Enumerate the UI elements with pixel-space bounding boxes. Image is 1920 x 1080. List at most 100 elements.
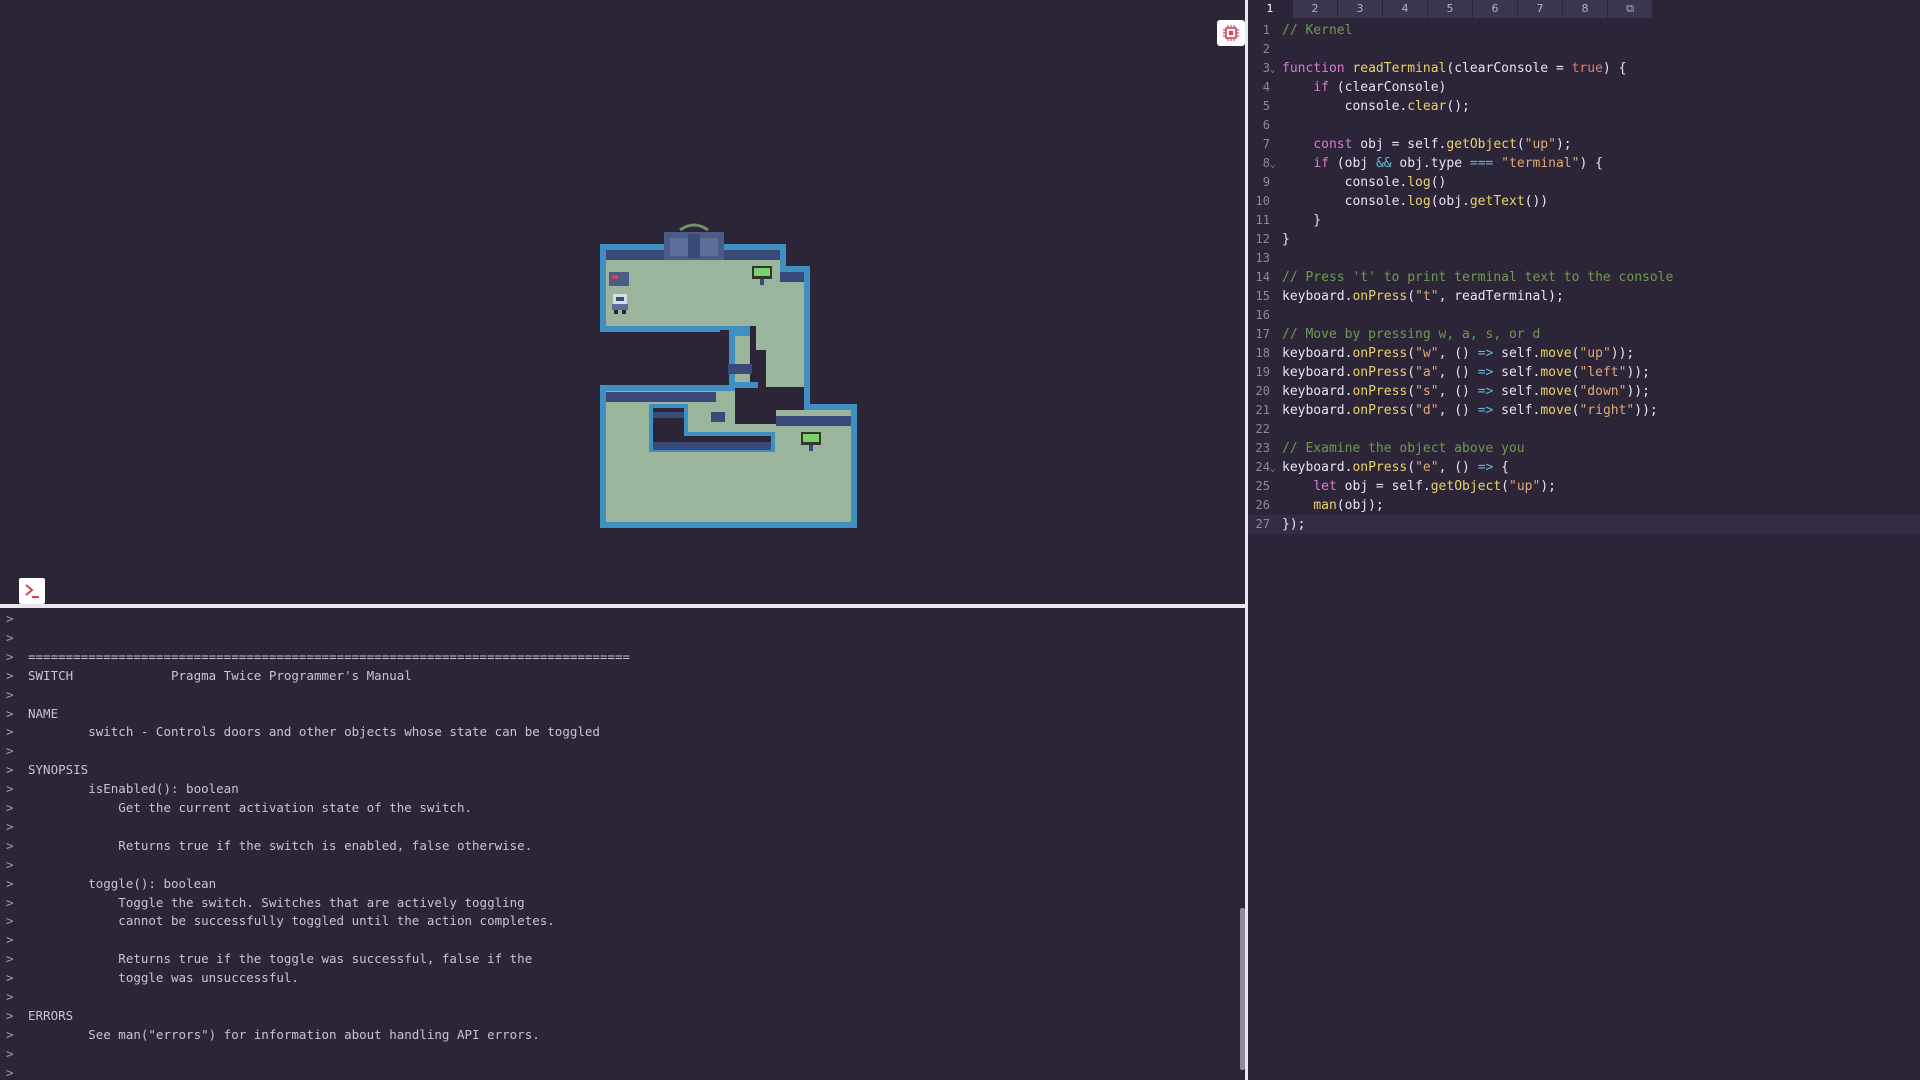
console-line: > [6, 988, 28, 1006]
editor-tab-3[interactable]: 3 [1338, 0, 1382, 18]
console-prompt: > [6, 743, 14, 759]
line-number: 22 [1255, 422, 1270, 436]
editor-tab-8[interactable]: 8 [1563, 0, 1607, 18]
editor-tab-6[interactable]: 6 [1473, 0, 1517, 18]
console-panel[interactable]: > > > =====================================… [0, 608, 1243, 1080]
code-editor[interactable]: 1 2 3 4 5 6 7 8 ⧉ 1// Kernel 2 3 ⌄ function readTerm… [1248, 0, 1920, 1080]
code-line[interactable]: 3 ⌄ function readTerminal(clearConsole = t… [1248, 59, 1920, 78]
terminal-button[interactable] [19, 578, 45, 604]
code-line[interactable]: 10 console.log(obj.getText()) [1248, 192, 1920, 211]
console-prompt: > [6, 837, 14, 853]
code-text: man(obj); [1313, 498, 1384, 513]
line-number: 7 [1262, 137, 1270, 151]
code-text: let obj = self.getObject("up"); [1313, 479, 1556, 494]
console-line: > cannot be successfully toggled until t… [6, 912, 555, 930]
line-number: 18 [1255, 346, 1270, 360]
line-number: 3 [1262, 61, 1270, 75]
line-number: 14 [1255, 270, 1270, 284]
console-prompt: > [6, 705, 14, 721]
code-text: // Kernel [1282, 23, 1353, 38]
code-text: // Move by pressing w, a, s, or d [1282, 327, 1541, 342]
console-line: > [6, 818, 28, 836]
code-line[interactable]: 12} [1248, 230, 1920, 249]
code-line[interactable]: 19 keyboard.onPress("a", () => self.move(… [1248, 363, 1920, 382]
code-line[interactable]: 16 [1248, 306, 1920, 325]
console-prompt: > [6, 762, 14, 778]
code-line[interactable]: 24 ⌄ keyboard.onPress("e", () => { [1248, 458, 1920, 477]
code-line[interactable]: 20 keyboard.onPress("s", () => self.move(… [1248, 382, 1920, 401]
game-map [600, 223, 857, 528]
game-view[interactable] [0, 0, 1245, 604]
editor-tab-9[interactable]: ⧉ [1608, 0, 1652, 18]
console-text: Returns true if the switch is enabled, f… [28, 837, 533, 853]
editor-tab-7[interactable]: 7 [1518, 0, 1562, 18]
line-number: 25 [1255, 479, 1270, 493]
code-line[interactable]: 26 man(obj); [1248, 496, 1920, 515]
console-line: > SWITCH Pragma Twice Programmer's Manual [6, 667, 412, 685]
console-line: > ERRORS [6, 1007, 73, 1025]
line-number: 20 [1255, 384, 1270, 398]
code-line[interactable]: 14 // Press 't' to print terminal text to… [1248, 268, 1920, 287]
console-text: See man("errors") for information about … [28, 1026, 540, 1042]
code-text: keyboard.onPress("d", () => self.move("r… [1282, 403, 1658, 418]
chip-button[interactable] [1217, 20, 1245, 46]
console-prompt: > [6, 818, 14, 834]
code-line[interactable]: 5 console.clear(); [1248, 97, 1920, 116]
console-text: SYNOPSIS [28, 762, 89, 778]
line-number: 1 [1262, 23, 1270, 37]
editor-tab-5[interactable]: 5 [1428, 0, 1472, 18]
code-text: keyboard.onPress("a", () => self.move("l… [1282, 365, 1650, 380]
line-number: 17 [1255, 327, 1270, 341]
console-prompt: > [6, 1026, 14, 1042]
code-text: }); [1282, 517, 1306, 532]
console-text: isEnabled(): boolean [28, 781, 239, 797]
code-line[interactable]: 27}); [1248, 515, 1920, 534]
line-number: 26 [1255, 498, 1270, 512]
console-line: > toggle(): boolean [6, 875, 216, 893]
code-line[interactable]: 7 const obj = self.getObject("up"); [1248, 135, 1920, 154]
code-line[interactable]: 18 keyboard.onPress("w", () => self.move(… [1248, 344, 1920, 363]
console-text: cannot be successfully toggled until the… [28, 913, 555, 929]
code-line[interactable]: 13 [1248, 249, 1920, 268]
console-text: switch - Controls doors and other object… [28, 724, 600, 740]
code-line[interactable]: 25 let obj = self.getObject("up"); [1248, 477, 1920, 496]
editor-tab-1[interactable]: 1 [1248, 0, 1292, 18]
editor-tab-4[interactable]: 4 [1383, 0, 1427, 18]
console-text: toggle was unsuccessful. [28, 970, 299, 986]
console-prompt: > [6, 629, 14, 645]
console-prompt: > [6, 1045, 14, 1061]
console-text: NAME [28, 705, 59, 721]
console-line: > See man("errors") for information abou… [6, 1026, 540, 1044]
code-text: if (clearConsole) [1313, 80, 1447, 95]
console-prompt: > [6, 894, 14, 910]
console-prompt: > [6, 1007, 14, 1023]
code-line[interactable]: 22 [1248, 420, 1920, 439]
code-line[interactable]: 9 console.log() [1248, 173, 1920, 192]
console-prompt: > [6, 781, 14, 797]
code-text: console.clear(); [1282, 99, 1470, 114]
console-text: Toggle the switch. Switches that are act… [28, 894, 525, 910]
editor-tabs: 1 2 3 4 5 6 7 8 ⧉ [1248, 0, 1653, 18]
console-text: SWITCH Pragma Twice Programmer's Manual [28, 667, 412, 683]
line-number: 4 [1262, 80, 1270, 94]
code-line[interactable]: 23 // Examine the object above you [1248, 439, 1920, 458]
code-text: const obj = self.getObject("up"); [1313, 137, 1572, 152]
code-line[interactable]: 4 if (clearConsole) [1248, 78, 1920, 97]
code-line[interactable]: 11 } [1248, 211, 1920, 230]
console-text: Get the current activation state of the … [28, 800, 473, 815]
editor-tab-2[interactable]: 2 [1293, 0, 1337, 18]
code-text: if (obj && obj.type === "terminal") { [1313, 156, 1603, 171]
console-line: > SYNOPSIS [6, 761, 88, 779]
console-scrollbar[interactable] [1240, 908, 1245, 1070]
code-line[interactable]: 2 [1248, 40, 1920, 59]
code-line[interactable]: 15 keyboard.onPress("t", readTerminal); [1248, 287, 1920, 306]
code-line[interactable]: 17 // Move by pressing w, a, s, or d [1248, 325, 1920, 344]
console-prompt: > [6, 970, 14, 986]
line-number: 6 [1262, 118, 1270, 132]
console-prompt: > [6, 611, 14, 626]
code-text: console.log() [1282, 175, 1447, 190]
code-line[interactable]: 21 keyboard.onPress("d", () => self.move(… [1248, 401, 1920, 420]
code-line[interactable]: 1 // Kernel [1248, 21, 1920, 40]
code-line[interactable]: 6 [1248, 116, 1920, 135]
code-line[interactable]: 8 ⌄ if (obj && obj.type === "terminal") { [1248, 154, 1920, 173]
